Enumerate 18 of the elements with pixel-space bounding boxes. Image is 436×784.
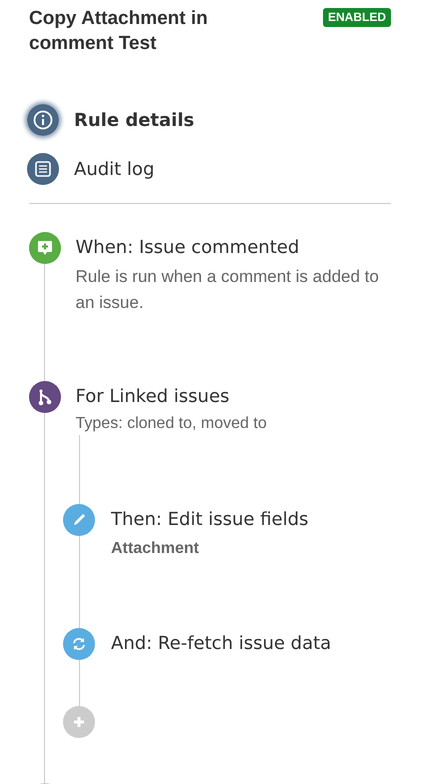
add-icon[interactable] [63, 706, 95, 738]
branch-icon [28, 381, 60, 413]
step-title[interactable]: When: Issue commented [76, 232, 300, 264]
step-title[interactable]: And: Re-fetch issue data [111, 628, 332, 660]
step-description: Types: cloned to, moved to [76, 414, 268, 434]
refresh-icon [63, 628, 95, 660]
nav-item[interactable]: Rule details [27, 104, 194, 136]
comment-plus-icon [28, 232, 60, 264]
step-detail: Attachment [111, 539, 200, 559]
pencil-icon [63, 504, 95, 536]
list-icon [27, 153, 59, 185]
step-description: Rule is run when a comment is added to an issue. [76, 266, 380, 314]
status-badge: ENABLED [322, 8, 391, 27]
rule-title: Copy Attachment in comment Test [29, 7, 209, 56]
step-title[interactable]: For Linked issues [76, 381, 230, 413]
nav-item[interactable]: Audit log [27, 153, 154, 185]
info-icon [27, 104, 59, 136]
step-title[interactable]: Then: Edit issue fields [111, 504, 308, 536]
